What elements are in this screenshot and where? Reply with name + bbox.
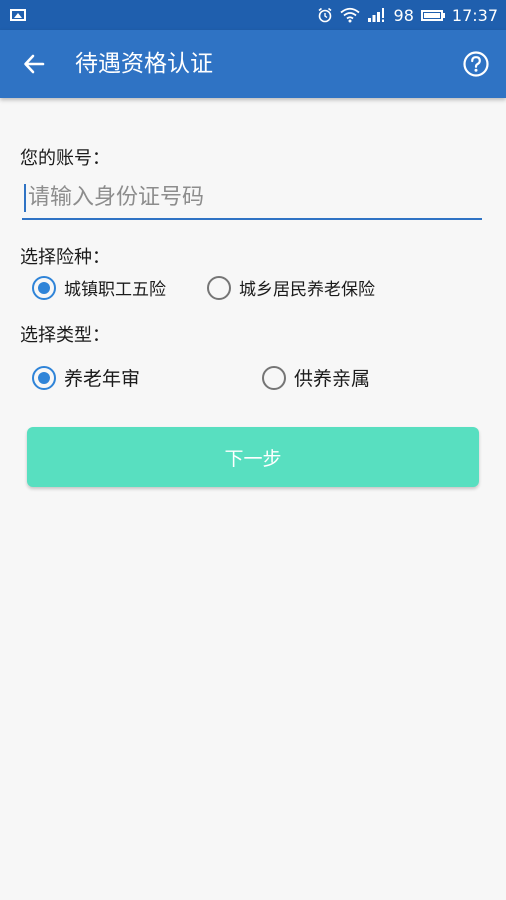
alarm-icon bbox=[318, 7, 332, 23]
status-left bbox=[10, 9, 26, 21]
radio-urban-employee[interactable]: 城镇职工五险 bbox=[32, 275, 166, 300]
radio-checked-icon bbox=[32, 275, 56, 300]
radio-annual-review[interactable]: 养老年审 bbox=[32, 364, 140, 391]
status-time: 17:37 bbox=[451, 5, 498, 25]
radio-checked-icon bbox=[32, 365, 56, 390]
battery-level: 98 bbox=[393, 5, 414, 25]
wifi-icon bbox=[339, 7, 360, 23]
text-cursor bbox=[24, 184, 26, 212]
battery-icon bbox=[420, 9, 445, 21]
insurance-label: 选择险种： bbox=[20, 247, 110, 268]
image-icon bbox=[10, 9, 26, 21]
signal-icon bbox=[367, 8, 384, 22]
radio-dependents[interactable]: 供养亲属 bbox=[262, 364, 370, 391]
help-button[interactable] bbox=[462, 50, 490, 78]
radio-unchecked-icon bbox=[207, 275, 231, 300]
id-number-input[interactable] bbox=[28, 178, 478, 216]
back-arrow-icon bbox=[24, 54, 45, 74]
radio-label: 养老年审 bbox=[64, 368, 141, 390]
help-icon bbox=[463, 51, 489, 77]
radio-label: 城镇职工五险 bbox=[64, 280, 166, 300]
id-input-container bbox=[22, 176, 482, 220]
account-label: 您的账号： bbox=[20, 148, 110, 169]
radio-label: 供养亲属 bbox=[294, 368, 371, 390]
status-bar: 98 17:37 bbox=[0, 0, 506, 30]
back-button[interactable] bbox=[18, 48, 50, 80]
status-right: 98 17:37 bbox=[317, 6, 498, 25]
page-title: 待遇资格认证 bbox=[75, 51, 213, 77]
next-step-button[interactable]: 下一步 bbox=[27, 427, 479, 487]
radio-unchecked-icon bbox=[262, 365, 286, 390]
radio-label: 城乡居民养老保险 bbox=[239, 280, 375, 300]
radio-rural-pension[interactable]: 城乡居民养老保险 bbox=[207, 275, 375, 300]
type-label: 选择类型： bbox=[20, 325, 110, 346]
app-bar: 待遇资格认证 bbox=[0, 30, 506, 98]
